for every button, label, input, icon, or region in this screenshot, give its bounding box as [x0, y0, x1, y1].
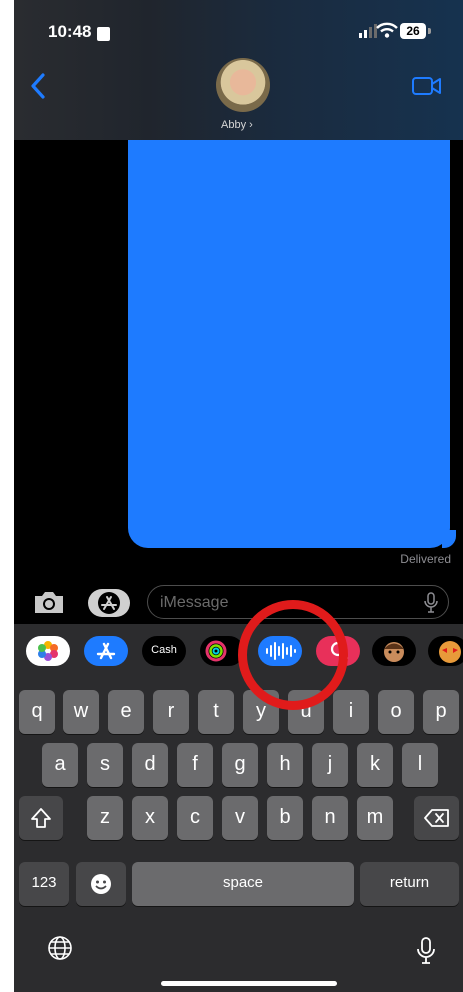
contact-avatar[interactable] — [216, 58, 270, 112]
wifi-icon — [376, 22, 398, 38]
key-w[interactable]: w — [63, 690, 99, 734]
delivered-status: Delivered — [400, 552, 451, 566]
home-indicator — [161, 981, 337, 986]
shift-key[interactable] — [19, 796, 63, 840]
key-f[interactable]: f — [177, 743, 213, 787]
key-a[interactable]: a — [42, 743, 78, 787]
keyboard: q w e r t y u i o p a s d f g h j k l z … — [14, 680, 463, 992]
app-store-app[interactable] — [84, 636, 128, 666]
key-k[interactable]: k — [357, 743, 393, 787]
memoji-app[interactable] — [372, 636, 416, 666]
battery-tip — [428, 28, 431, 34]
key-r[interactable]: r — [153, 690, 189, 734]
highlight-annotation-circle — [238, 600, 348, 710]
key-x[interactable]: x — [132, 796, 168, 840]
globe-icon[interactable] — [47, 935, 73, 961]
status-time: 10:48 — [48, 22, 92, 41]
key-s[interactable]: s — [87, 743, 123, 787]
dictation-mic-icon[interactable] — [424, 592, 438, 614]
key-h[interactable]: h — [267, 743, 303, 787]
key-c[interactable]: c — [177, 796, 213, 840]
key-e[interactable]: e — [108, 690, 144, 734]
key-m[interactable]: m — [357, 796, 393, 840]
app-store-icon — [98, 592, 120, 614]
key-j[interactable]: j — [312, 743, 348, 787]
animoji-app[interactable] — [428, 636, 463, 666]
key-n[interactable]: n — [312, 796, 348, 840]
messages-screen: 10:48 26 Abby › Delivered iMessage Cash … — [14, 0, 463, 992]
contact-card-icon — [97, 27, 110, 41]
apple-cash-app[interactable]: Cash — [142, 636, 186, 666]
conversation-header: 10:48 26 Abby › — [14, 0, 463, 140]
return-key[interactable]: return — [360, 862, 459, 906]
shift-arrow-icon — [31, 808, 51, 828]
numbers-key[interactable]: 123 — [19, 862, 69, 906]
memoji-icon — [384, 642, 404, 662]
message-input-placeholder: iMessage — [160, 594, 229, 611]
emoji-key[interactable] — [76, 862, 126, 906]
space-key[interactable]: space — [132, 862, 354, 906]
back-chevron-icon[interactable] — [30, 73, 46, 99]
contact-name[interactable]: Abby › — [221, 119, 253, 131]
photos-icon — [38, 641, 58, 661]
key-o[interactable]: o — [378, 690, 414, 734]
key-d[interactable]: d — [132, 743, 168, 787]
key-b[interactable]: b — [267, 796, 303, 840]
key-t[interactable]: t — [198, 690, 234, 734]
key-p[interactable]: p — [423, 690, 459, 734]
message-bubble[interactable] — [128, 140, 450, 548]
backspace-icon — [423, 809, 449, 827]
key-v[interactable]: v — [222, 796, 258, 840]
animoji-icon — [439, 641, 461, 663]
key-q[interactable]: q — [19, 690, 55, 734]
video-call-icon[interactable] — [412, 76, 442, 96]
camera-icon[interactable] — [32, 589, 66, 615]
bubble-tail — [442, 530, 456, 548]
photos-app[interactable] — [26, 636, 70, 666]
delete-key[interactable] — [414, 796, 459, 840]
keyboard-dictation-icon[interactable] — [417, 937, 435, 965]
apple-cash-label: Cash — [151, 644, 177, 656]
battery-icon: 26 — [400, 23, 426, 39]
key-l[interactable]: l — [402, 743, 438, 787]
emoji-face-icon — [91, 874, 111, 894]
app-store-tray-icon — [96, 642, 116, 660]
key-z[interactable]: z — [87, 796, 123, 840]
key-g[interactable]: g — [222, 743, 258, 787]
app-store-button[interactable] — [88, 589, 130, 617]
key-i[interactable]: i — [333, 690, 369, 734]
